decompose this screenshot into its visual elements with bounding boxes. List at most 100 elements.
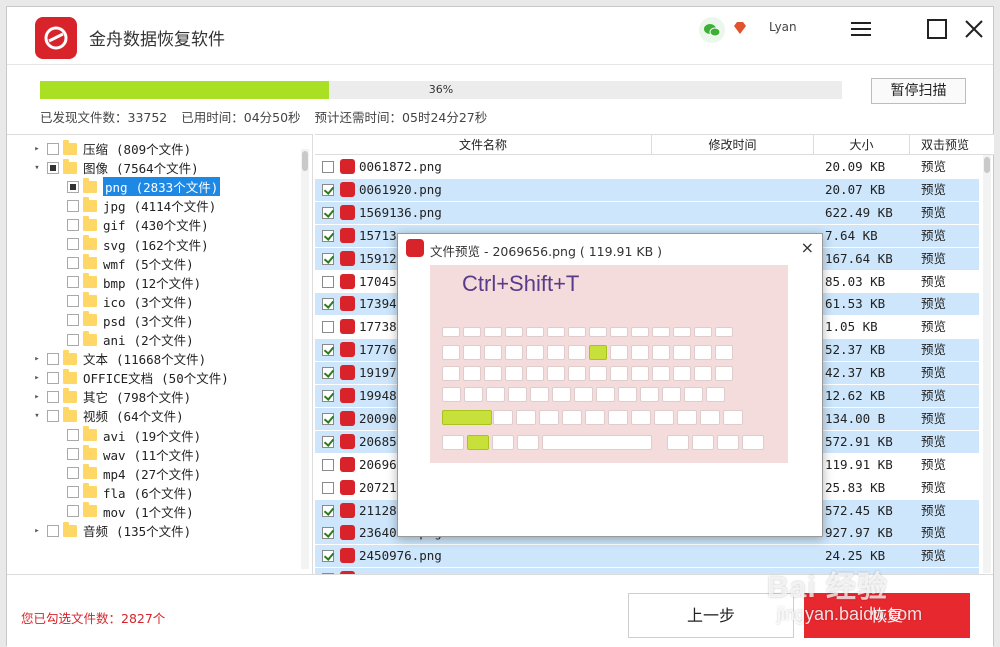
row-checkbox[interactable] <box>322 527 334 540</box>
tree-item[interactable]: jpg (4114个文件) <box>51 196 216 215</box>
tree-item[interactable]: psd (3个文件) <box>51 311 194 330</box>
tree-checkbox[interactable] <box>67 314 79 327</box>
tree-item-label[interactable]: ani (2个文件) <box>103 330 194 349</box>
tree-checkbox[interactable] <box>47 352 59 365</box>
menu-icon[interactable] <box>847 15 875 43</box>
preview-link[interactable]: 预览 <box>921 156 946 178</box>
tree-checkbox[interactable] <box>67 180 79 193</box>
pause-scan-button[interactable]: 暂停扫描 <box>871 78 966 104</box>
expand-arrow-icon[interactable]: ▸ <box>31 373 43 383</box>
row-checkbox[interactable] <box>322 252 334 265</box>
tree-item-label[interactable]: psd (3个文件) <box>103 311 194 330</box>
tree-item-label[interactable]: 音频 (135个文件) <box>83 521 191 540</box>
tree-item[interactable]: ani (2个文件) <box>51 330 194 349</box>
tree-item-label[interactable]: mp4 (27个文件) <box>103 464 201 483</box>
tree-item[interactable]: png (2833个文件) <box>51 177 221 197</box>
expand-arrow-icon[interactable]: ▸ <box>31 144 43 154</box>
col-header-size[interactable]: 大小 <box>814 135 910 155</box>
tree-scrollbar-thumb[interactable] <box>302 151 308 171</box>
tree-item-label[interactable]: ico (3个文件) <box>103 292 194 311</box>
row-checkbox[interactable] <box>322 550 334 563</box>
tree-item[interactable]: mp4 (27个文件) <box>51 464 201 483</box>
table-scrollbar-thumb[interactable] <box>984 157 990 173</box>
tree-checkbox[interactable] <box>67 486 79 499</box>
preview-link[interactable]: 预览 <box>921 225 946 247</box>
tree-item[interactable]: ▸ 其它 (798个文件) <box>31 387 191 406</box>
tree-item[interactable]: ico (3个文件) <box>51 292 194 311</box>
wechat-icon[interactable] <box>699 17 725 43</box>
close-icon[interactable] <box>960 15 988 43</box>
tree-checkbox[interactable] <box>47 142 59 155</box>
table-row[interactable]: 0061872.png 20.09 KB 预览 <box>315 156 979 178</box>
gem-icon[interactable] <box>731 19 749 37</box>
tree-item[interactable]: wav (11个文件) <box>51 445 201 464</box>
row-checkbox[interactable] <box>322 435 334 448</box>
preview-link[interactable]: 预览 <box>921 385 946 407</box>
tree-item[interactable]: avi (19个文件) <box>51 426 201 445</box>
tree-checkbox[interactable] <box>67 429 79 441</box>
tree-scrollbar[interactable] <box>301 149 309 569</box>
preview-link[interactable]: 预览 <box>921 202 946 224</box>
tree-checkbox[interactable] <box>67 276 79 289</box>
tree-item-label[interactable]: avi (19个文件) <box>103 426 201 445</box>
tree-item-label[interactable]: svg (162个文件) <box>103 235 209 254</box>
col-header-preview[interactable]: 双击预览 <box>910 135 980 155</box>
tree-item[interactable]: wmf (5个文件) <box>51 254 194 273</box>
tree-item-label[interactable]: wav (11个文件) <box>103 445 201 464</box>
row-checkbox[interactable] <box>322 367 334 380</box>
preview-link[interactable]: 预览 <box>921 248 946 270</box>
tree-checkbox[interactable] <box>67 257 79 270</box>
preview-link[interactable]: 预览 <box>921 500 946 522</box>
row-checkbox[interactable] <box>322 458 334 471</box>
tree-item-label[interactable]: png (2833个文件) <box>103 177 221 197</box>
tree-item-label[interactable]: 其它 (798个文件) <box>83 387 191 406</box>
col-header-name[interactable]: 文件名称 <box>315 135 652 155</box>
tree-item-label[interactable]: 视频 (64个文件) <box>83 406 184 425</box>
collapse-arrow-icon[interactable]: ▾ <box>31 163 43 173</box>
tree-checkbox[interactable] <box>47 390 59 403</box>
tree-item-label[interactable]: 文本 (11668个文件) <box>83 349 206 368</box>
row-checkbox[interactable] <box>322 344 334 357</box>
tree-item-label[interactable]: OFFICE文档 (50个文件) <box>83 368 229 387</box>
tree-item[interactable]: ▸ 压缩 (809个文件) <box>31 139 191 158</box>
tree-item[interactable]: fla (6个文件) <box>51 483 194 502</box>
row-checkbox[interactable] <box>322 229 334 242</box>
tree-item-label[interactable]: bmp (12个文件) <box>103 273 201 292</box>
tree-checkbox[interactable] <box>47 409 59 422</box>
tree-checkbox[interactable] <box>47 161 59 174</box>
tree-item-label[interactable]: gif (430个文件) <box>103 215 209 234</box>
username[interactable]: Lyan <box>769 20 797 34</box>
tree-item[interactable]: gif (430个文件) <box>51 215 209 234</box>
preview-link[interactable]: 预览 <box>921 408 946 430</box>
tree-checkbox[interactable] <box>67 218 79 231</box>
tree-item[interactable]: bmp (12个文件) <box>51 273 201 292</box>
tree-checkbox[interactable] <box>67 238 79 250</box>
col-header-modified[interactable]: 修改时间 <box>652 135 814 155</box>
preview-link[interactable]: 预览 <box>921 454 946 476</box>
tree-checkbox[interactable] <box>47 524 59 537</box>
table-row[interactable]: 1569136.png 622.49 KB 预览 <box>315 201 979 224</box>
expand-arrow-icon[interactable]: ▸ <box>31 354 43 364</box>
preview-link[interactable]: 预览 <box>921 339 946 361</box>
tree-item-label[interactable]: fla (6个文件) <box>103 483 194 502</box>
tree-item[interactable]: ▸ 文本 (11668个文件) <box>31 349 206 368</box>
expand-arrow-icon[interactable]: ▸ <box>31 526 43 536</box>
tree-checkbox[interactable] <box>67 467 79 480</box>
row-checkbox[interactable] <box>322 206 334 219</box>
preview-link[interactable]: 预览 <box>921 293 946 315</box>
tree-item[interactable]: mov (1个文件) <box>51 502 194 521</box>
tree-checkbox[interactable] <box>67 505 79 518</box>
preview-link[interactable]: 预览 <box>921 316 946 338</box>
maximize-icon[interactable] <box>923 15 951 43</box>
dialog-close-icon[interactable]: × <box>801 238 814 257</box>
row-checkbox[interactable] <box>322 183 334 196</box>
preview-link[interactable]: 预览 <box>921 179 946 201</box>
tree-checkbox[interactable] <box>67 199 79 212</box>
row-checkbox[interactable] <box>322 412 334 425</box>
tree-item-label[interactable]: jpg (4114个文件) <box>103 196 216 215</box>
row-checkbox[interactable] <box>322 161 334 173</box>
tree-checkbox[interactable] <box>67 295 79 308</box>
table-scrollbar[interactable] <box>983 155 991 573</box>
tree-item-label[interactable]: mov (1个文件) <box>103 502 194 521</box>
tree-item[interactable]: ▾ 视频 (64个文件) <box>31 406 184 425</box>
